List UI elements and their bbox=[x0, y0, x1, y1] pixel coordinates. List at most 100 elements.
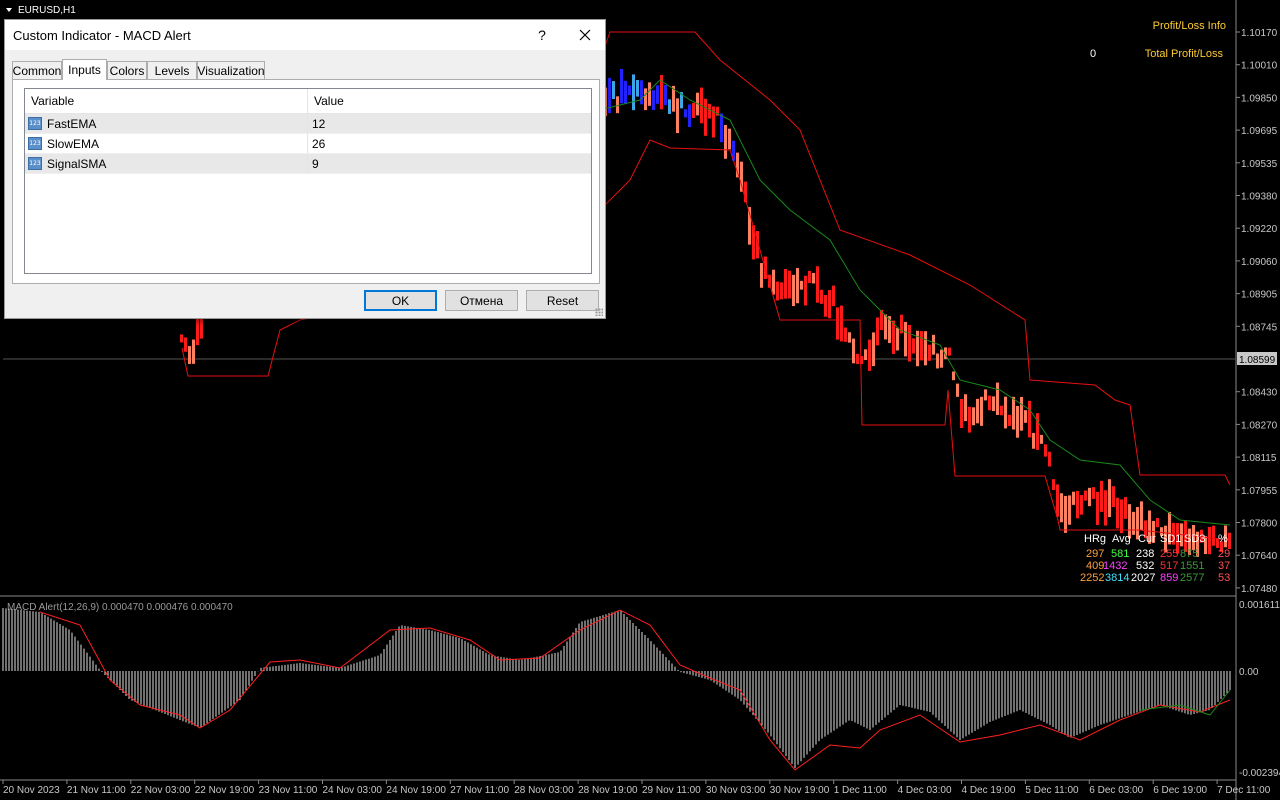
candle bbox=[1108, 479, 1111, 518]
candle bbox=[1028, 400, 1031, 438]
indicator-dialog[interactable]: Custom Indicator - MACD Alert ? Common I… bbox=[4, 19, 606, 319]
candle bbox=[1156, 517, 1159, 528]
candle bbox=[816, 266, 819, 303]
candle bbox=[836, 307, 839, 340]
stats-cell: 875 bbox=[1180, 548, 1198, 560]
time-tick: 6 Dec 03:00 bbox=[1089, 785, 1143, 796]
stats-cell: 37 bbox=[1218, 560, 1230, 572]
param-row-slowema[interactable]: 123 SlowEMA 26 bbox=[25, 134, 591, 154]
candle bbox=[948, 347, 951, 356]
candle bbox=[676, 98, 679, 134]
candle bbox=[636, 80, 639, 97]
candle bbox=[664, 84, 667, 106]
time-tick: 30 Nov 03:00 bbox=[706, 785, 766, 796]
candle bbox=[796, 267, 799, 304]
candle bbox=[1012, 396, 1015, 430]
candle bbox=[956, 383, 959, 397]
candle bbox=[960, 399, 963, 429]
candle bbox=[612, 81, 615, 100]
param-row-signalsma[interactable]: 123 SignalSMA 9 bbox=[25, 154, 591, 174]
tab-inputs[interactable]: Inputs bbox=[62, 59, 107, 80]
dialog-titlebar[interactable]: Custom Indicator - MACD Alert ? bbox=[5, 20, 605, 50]
candle bbox=[992, 396, 995, 412]
stats-cell: 1551 bbox=[1180, 560, 1204, 572]
candle bbox=[996, 382, 999, 415]
candle bbox=[788, 270, 791, 299]
candle bbox=[808, 270, 811, 283]
price-tick: 1.08270 bbox=[1241, 420, 1278, 431]
param-row-fastema[interactable]: 123 FastEMA 12 bbox=[25, 114, 591, 134]
candle bbox=[976, 398, 979, 424]
column-variable[interactable]: Variable bbox=[25, 89, 307, 113]
candle bbox=[840, 305, 843, 342]
candle bbox=[972, 407, 975, 426]
close-button[interactable] bbox=[565, 20, 605, 50]
help-button[interactable]: ? bbox=[527, 20, 557, 50]
candle bbox=[812, 272, 815, 284]
resize-grip[interactable] bbox=[595, 308, 603, 316]
candle bbox=[1092, 487, 1095, 499]
candle bbox=[1016, 406, 1019, 438]
candle bbox=[628, 85, 631, 96]
stats-cell: 255 bbox=[1160, 548, 1178, 560]
stats-cell: 409 bbox=[1086, 560, 1104, 572]
tab-levels[interactable]: Levels bbox=[147, 61, 197, 79]
candle bbox=[928, 344, 931, 361]
time-axis[interactable]: 20 Nov 2023 21 Nov 11:00 22 Nov 03:00 22 No… bbox=[2, 780, 1271, 796]
candle bbox=[924, 331, 927, 366]
price-tick: 1.07640 bbox=[1241, 551, 1278, 562]
candle bbox=[984, 389, 987, 401]
candle bbox=[1060, 493, 1063, 523]
moving-average-line bbox=[599, 79, 1231, 526]
pl-total-value: 0 bbox=[1090, 48, 1096, 60]
price-tick: 1.08430 bbox=[1241, 388, 1278, 399]
param-value[interactable]: 9 bbox=[307, 154, 319, 173]
candle bbox=[728, 128, 731, 150]
time-tick: 5 Dec 11:00 bbox=[1025, 785, 1079, 796]
time-tick: 28 Nov 19:00 bbox=[578, 785, 638, 796]
time-tick: 24 Nov 19:00 bbox=[386, 785, 446, 796]
candle bbox=[868, 339, 871, 371]
tab-visualization[interactable]: Visualization bbox=[197, 61, 265, 79]
integer-icon: 123 bbox=[28, 117, 42, 130]
candle bbox=[692, 102, 695, 119]
candle bbox=[1040, 434, 1043, 444]
stats-header: Avg bbox=[1112, 533, 1131, 545]
candle bbox=[1088, 487, 1091, 507]
stats-cell: 29 bbox=[1218, 548, 1230, 560]
price-tick: 1.09850 bbox=[1241, 93, 1278, 104]
candle bbox=[800, 280, 803, 290]
param-value[interactable]: 26 bbox=[307, 134, 325, 153]
column-value[interactable]: Value bbox=[307, 89, 591, 113]
reset-button[interactable]: Reset bbox=[526, 290, 599, 311]
price-tick: 1.08745 bbox=[1241, 322, 1278, 333]
time-tick: 24 Nov 03:00 bbox=[323, 785, 383, 796]
symbol-label: EURUSD,H1 bbox=[18, 5, 76, 16]
candle bbox=[1032, 432, 1035, 449]
tab-common[interactable]: Common bbox=[12, 61, 62, 79]
candle bbox=[1008, 414, 1011, 426]
candle bbox=[1076, 490, 1079, 519]
stats-header: HRg bbox=[1084, 533, 1106, 545]
candle bbox=[896, 327, 899, 351]
macd-label: MACD Alert(12,26,9) 0.000470 0.000476 0.… bbox=[7, 602, 233, 613]
ok-button[interactable]: OK bbox=[364, 290, 437, 311]
price-axis[interactable]: 1.10170 1.10010 1.09850 1.09695 1.09535 1.093… bbox=[1235, 0, 1278, 800]
macd-pane[interactable]: MACD Alert(12,26,9) 0.000470 0.000476 0.… bbox=[2, 600, 1280, 779]
time-tick: 23 Nov 11:00 bbox=[259, 785, 318, 796]
candle bbox=[820, 289, 823, 304]
candle bbox=[844, 327, 847, 342]
macd-axis-bottom: -0.002394 bbox=[1239, 768, 1280, 779]
param-value[interactable]: 12 bbox=[307, 114, 325, 133]
stats-header: Cur bbox=[1138, 533, 1156, 545]
tab-colors[interactable]: Colors bbox=[107, 61, 147, 79]
candle bbox=[1024, 410, 1027, 423]
cancel-button[interactable]: Отмена bbox=[445, 290, 518, 311]
candle bbox=[616, 96, 619, 114]
time-tick: 30 Nov 19:00 bbox=[770, 785, 830, 796]
stats-table: HRg Avg Cur SD1 SD3 % 297 581 238 255 875 29 4091432… bbox=[1080, 533, 1230, 584]
parameters-grid[interactable]: Variable Value 123 FastEMA 12 123 SlowEM… bbox=[24, 88, 592, 274]
candle bbox=[876, 317, 879, 346]
stats-cell: 2577 bbox=[1180, 572, 1204, 584]
stats-cell: 297 bbox=[1086, 548, 1104, 560]
